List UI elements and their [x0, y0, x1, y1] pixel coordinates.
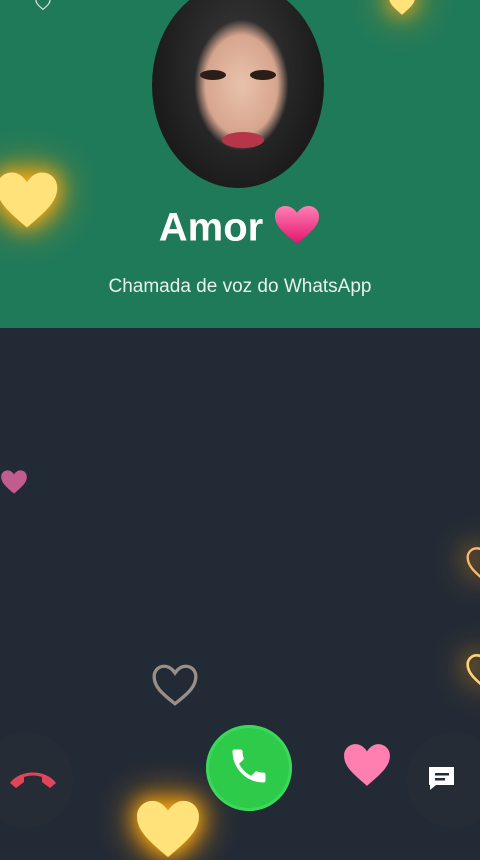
decline-call-button[interactable] — [0, 732, 74, 828]
call-header: Amor Chamada de voz do WhatsApp — [0, 0, 480, 328]
caller-name: Amor — [158, 205, 264, 250]
outline-heart-icon — [152, 664, 198, 706]
glowing-heart-icon — [137, 800, 199, 858]
caller-avatar — [152, 0, 324, 188]
pink-heart-icon — [1, 470, 27, 494]
accept-call-button[interactable] — [206, 725, 292, 811]
phone-hangup-icon — [6, 765, 60, 796]
message-icon — [426, 763, 460, 798]
pink-heart-icon — [344, 744, 390, 786]
reply-message-button[interactable] — [406, 732, 480, 828]
outline-heart-icon — [466, 653, 480, 686]
caller-name-row: Amor — [0, 204, 480, 256]
outline-heart-icon — [35, 0, 51, 10]
pink-heart-icon — [273, 204, 321, 256]
outline-heart-icon — [466, 547, 480, 579]
call-type-label: Chamada de voz do WhatsApp — [108, 276, 372, 297]
phone-icon — [227, 744, 271, 793]
glowing-heart-icon — [389, 0, 415, 15]
glowing-heart-icon — [0, 172, 58, 228]
